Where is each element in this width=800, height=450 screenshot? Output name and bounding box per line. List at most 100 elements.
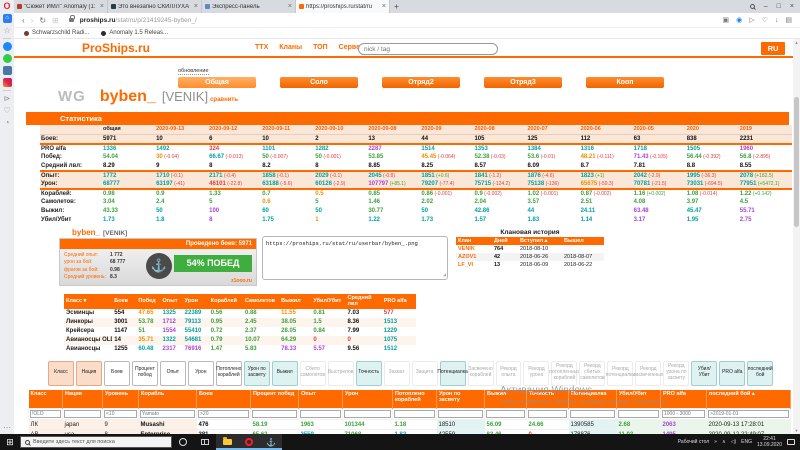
start-button[interactable]: ⊞	[0, 437, 20, 448]
column-header[interactable]: Кораблей	[209, 294, 243, 309]
column-filter-input[interactable]	[394, 410, 435, 418]
column-header[interactable]: Потенциалка	[569, 390, 617, 409]
column-filter-input[interactable]	[438, 410, 483, 418]
column-header[interactable]: Побед	[136, 294, 160, 309]
filter-chip[interactable]: Опыт	[160, 361, 186, 386]
column-filter-input[interactable]	[140, 410, 195, 418]
task-view-button[interactable]	[194, 434, 216, 450]
filter-chip[interactable]: Урон	[188, 361, 214, 386]
column-header[interactable]: Урон	[183, 294, 209, 309]
vk-icon[interactable]	[3, 66, 12, 75]
column-filter-input[interactable]	[344, 410, 391, 418]
filter-chip[interactable]: Рекорд опыта	[496, 361, 522, 386]
filter-chip[interactable]: Сбито самолетов	[300, 361, 326, 386]
filter-chip[interactable]: Боев	[104, 361, 130, 386]
column-header[interactable]: Боев	[197, 390, 251, 409]
tab-close-icon[interactable]: ×	[100, 3, 104, 10]
account-icon[interactable]: ◉	[736, 16, 742, 24]
column-header[interactable]: Потоплено кораблей	[393, 390, 437, 409]
column-header[interactable]: PRO alfa	[661, 390, 707, 409]
tab-close-icon[interactable]: ×	[382, 3, 386, 10]
filter-chip[interactable]: Засвечено кораблей	[468, 361, 494, 386]
column-header[interactable]: Корабль	[139, 390, 197, 409]
reload-button[interactable]: ↻	[39, 16, 46, 25]
column-header[interactable]: 2020-09-11	[261, 125, 314, 134]
column-header[interactable]: Вышел	[562, 237, 604, 245]
mode-tab[interactable]: Отряд2	[382, 77, 460, 88]
mode-tab[interactable]: Общая	[178, 77, 256, 88]
nav-link[interactable]: ТОП	[313, 44, 328, 51]
speaker-icon[interactable]: ◁)	[731, 439, 737, 445]
browser-tab[interactable]: Это внезапно СКИЛЛУХА×	[108, 0, 202, 13]
column-header[interactable]: 2020-09-10	[314, 125, 367, 134]
filter-chip[interactable]: Точность	[356, 361, 382, 386]
history-icon[interactable]: ◔	[3, 118, 12, 127]
back-button[interactable]: ‹	[22, 16, 25, 25]
column-header[interactable]: Процент побед	[251, 390, 299, 409]
file-explorer-button[interactable]	[216, 434, 238, 450]
filter-chip[interactable]: PRO alfa	[719, 361, 745, 386]
filter-chip[interactable]: Рекорд потопленных кораблей	[551, 361, 577, 386]
filter-chip[interactable]: Рекорд урона по засвету	[663, 361, 689, 386]
column-header[interactable]: Убил/Убит	[617, 390, 661, 409]
resize-handle-icon[interactable]: ◢	[443, 272, 446, 278]
column-header[interactable]: 2020-09-12	[208, 125, 261, 134]
userbar-url-textarea[interactable]: https://proships.ru/stat/ru/userbar/bybe…	[262, 236, 448, 280]
bookmark-item[interactable]: Schwarzschild Radi...	[24, 30, 89, 36]
column-header[interactable]: 2020-06	[580, 125, 633, 134]
new-tab-button[interactable]: +	[390, 0, 403, 13]
scroll-down-icon[interactable]: ▼	[795, 427, 799, 434]
tab-close-icon[interactable]: ×	[288, 3, 292, 10]
browser-tab[interactable]: https://proships.ru/stat/ru×	[296, 0, 390, 13]
opera-logo[interactable]: O	[3, 2, 12, 11]
column-header[interactable]	[40, 125, 102, 134]
column-filter-input[interactable]	[486, 410, 525, 418]
column-header[interactable]: Выжил	[279, 294, 311, 309]
column-header[interactable]: 2020-09-13	[155, 125, 208, 134]
column-header[interactable]: 2020-07	[527, 125, 580, 134]
column-header[interactable]: общая	[102, 125, 155, 134]
column-header[interactable]: Класс	[29, 390, 63, 409]
panels-icon[interactable]: ▤	[785, 16, 792, 24]
column-header[interactable]: Убил/Убит	[311, 294, 345, 309]
filter-chip[interactable]: Урон по засвету	[244, 361, 270, 386]
heart-icon[interactable]: ♡	[3, 106, 12, 115]
browser-tab[interactable]: "Сюжет ИМЛ" Anomaly (1:×	[14, 0, 108, 13]
taskbar-search[interactable]: Введите здесь текст для поиска	[20, 436, 172, 448]
bookmark-item[interactable]: Anomaly 1.5 Releas...	[101, 30, 168, 36]
column-header[interactable]: Урон	[343, 390, 393, 409]
tab-close-icon[interactable]: ×	[194, 3, 198, 10]
messenger-icon[interactable]	[3, 42, 12, 51]
language-button[interactable]: RU	[761, 42, 785, 55]
compare-link[interactable]: сравнить	[210, 97, 238, 103]
opera-taskbar-button[interactable]	[238, 434, 260, 450]
language-indicator[interactable]: ENG	[741, 439, 752, 445]
nav-link[interactable]: Кланы	[279, 44, 302, 51]
window-close-button[interactable]: ×	[790, 3, 794, 10]
column-header[interactable]: 2020-09	[420, 125, 473, 134]
column-header[interactable]: Опыт	[299, 390, 343, 409]
mode-tab[interactable]: Кооп	[586, 77, 664, 88]
column-header[interactable]: Вступил ▴	[518, 237, 562, 245]
filter-chip[interactable]: Нация	[76, 361, 102, 386]
desktop-toolbar-label[interactable]: Рабочий стол	[678, 439, 709, 445]
bookmarks-star-icon[interactable]: ☆	[3, 26, 12, 35]
column-header[interactable]: Класс ▾	[64, 294, 112, 309]
forward-button[interactable]: ›	[31, 16, 34, 25]
column-header[interactable]: Боев	[112, 294, 136, 309]
column-header[interactable]: 2020-08	[473, 125, 526, 134]
maximize-button[interactable]: □	[777, 3, 781, 10]
instagram-icon[interactable]	[3, 78, 12, 87]
telegram-send-icon[interactable]: ⊳	[3, 94, 12, 103]
filter-chip[interactable]: последний бой	[747, 361, 773, 386]
column-header[interactable]: 2020-09-08	[367, 125, 420, 134]
filter-chip[interactable]: Рекорд потенциалки	[607, 361, 633, 386]
action-center-icon[interactable]	[787, 439, 795, 445]
column-filter-input[interactable]	[662, 410, 705, 418]
column-header[interactable]: Выжил	[485, 390, 527, 409]
filter-chip[interactable]: Захват	[384, 361, 410, 386]
lock-icon[interactable]	[69, 18, 74, 22]
column-filter-input[interactable]	[198, 410, 249, 418]
mode-tab[interactable]: Отряд3	[484, 77, 562, 88]
bookmark-heart-icon[interactable]: ♡	[762, 16, 768, 24]
